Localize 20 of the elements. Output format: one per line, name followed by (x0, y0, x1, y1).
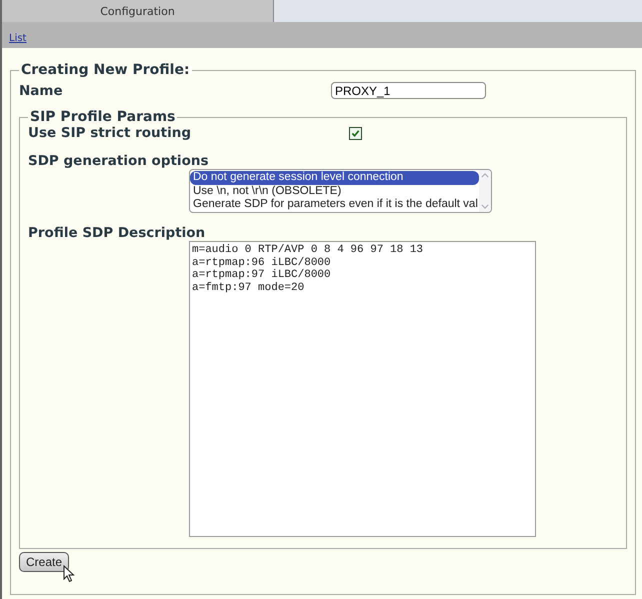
sdp-options-listbox[interactable]: Do not generate session level connection Use \n, not \r\n (OBSOLETE) Generate SDP for parameters even if it is the default val (189, 169, 492, 213)
scroll-up-icon[interactable] (481, 172, 489, 179)
list-option[interactable]: Do not generate session level connection (190, 171, 479, 184)
fieldset-legend: SIP Profile Params (28, 109, 178, 125)
scrollbar[interactable] (479, 170, 491, 212)
tab[interactable]: Configuration (2, 0, 274, 22)
name-label: Name (19, 82, 64, 98)
list-link[interactable]: List (9, 33, 26, 44)
sdp-description-label: Profile SDP Description (28, 225, 206, 241)
sdp-options-label: SDP generation options (28, 153, 210, 169)
name-input-field[interactable]: PROXY_1 (331, 82, 486, 99)
fieldset-legend: Creating New Profile: (19, 62, 192, 78)
mouse-pointer-icon (63, 565, 76, 583)
strict-routing-label: Use SIP strict routing (28, 125, 192, 141)
create-button[interactable]: Create (19, 552, 70, 572)
scroll-down-icon[interactable] (481, 203, 489, 210)
list-option[interactable]: Use \n, not \r\n (OBSOLETE) (190, 184, 479, 198)
sdp-description-textarea[interactable]: m=audio 0 RTP/AVP 0 8 4 96 97 18 13 a=rtpmap:96 iLBC/8000 a=rtpmap:97 iLBC/8000 a=fmtp:97 mode=20 (189, 241, 536, 537)
strict-routing-checkbox[interactable] (349, 126, 362, 140)
list-option[interactable]: Generate SDP for parameters even if it is the default val (190, 198, 479, 212)
